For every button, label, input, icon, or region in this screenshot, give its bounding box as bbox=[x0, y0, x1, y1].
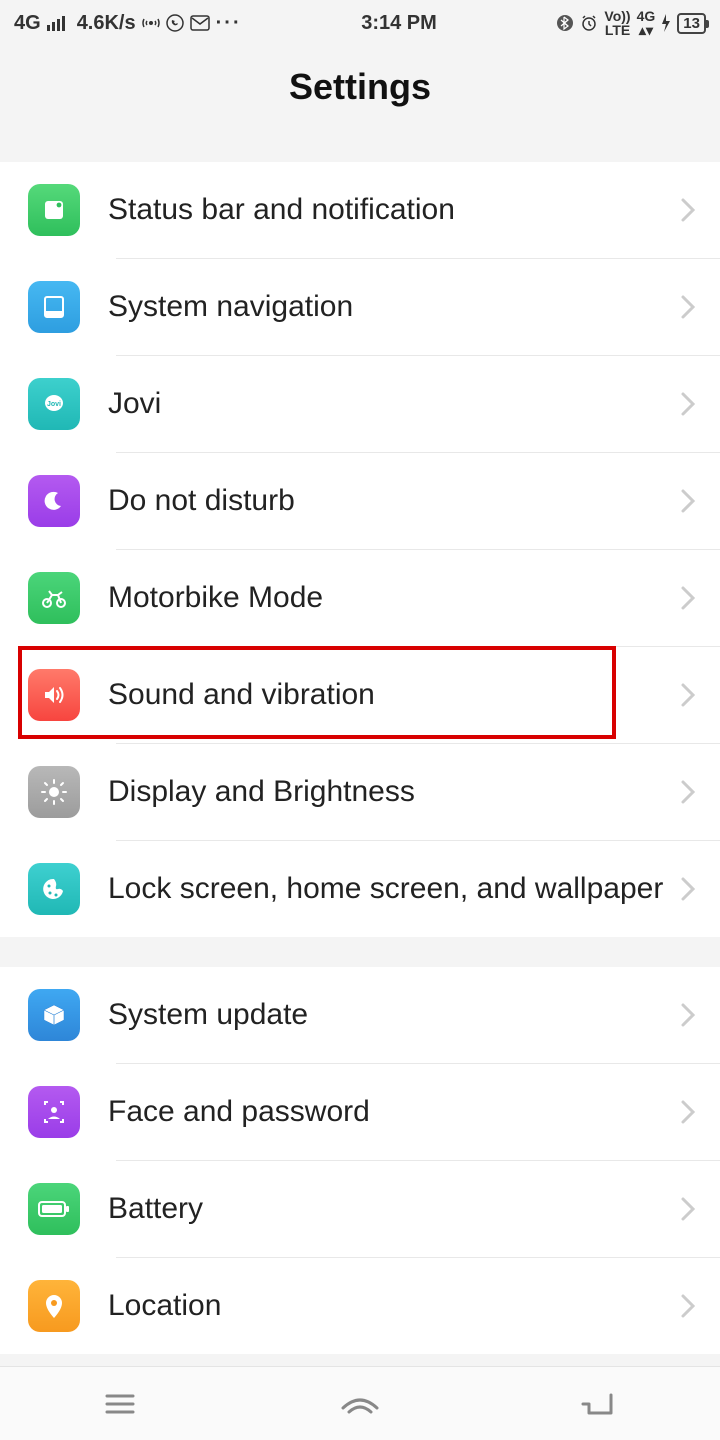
chevron-right-icon bbox=[680, 197, 696, 223]
item-display-brightness[interactable]: Display and Brightness bbox=[28, 744, 720, 840]
charging-icon bbox=[661, 14, 671, 32]
face-icon bbox=[28, 1086, 80, 1138]
item-face-password[interactable]: Face and password bbox=[28, 1064, 720, 1160]
cube-icon bbox=[28, 989, 80, 1041]
chevron-right-icon bbox=[680, 585, 696, 611]
speed-label: 4.6K/s bbox=[77, 12, 136, 35]
item-label: Battery bbox=[108, 1190, 668, 1228]
pin-icon bbox=[28, 1280, 80, 1332]
status-bar: 4G 4.6K/s ··· 3:14 PM Vo))LTE 4G▴▾ 13 bbox=[0, 0, 720, 46]
nav-back-button[interactable] bbox=[570, 1384, 630, 1424]
item-sound-vibration[interactable]: Sound and vibration bbox=[28, 647, 720, 743]
status-right: Vo))LTE 4G▴▾ 13 bbox=[556, 9, 706, 37]
chevron-right-icon bbox=[680, 1002, 696, 1028]
net2-label: 4G▴▾ bbox=[637, 9, 656, 37]
page-header: Settings bbox=[0, 46, 720, 132]
nav-bar bbox=[0, 1366, 720, 1440]
item-jovi[interactable]: Jovi Jovi bbox=[28, 356, 720, 452]
status-left: 4G 4.6K/s ··· bbox=[14, 12, 242, 35]
svg-text:Jovi: Jovi bbox=[47, 401, 61, 408]
item-label: Display and Brightness bbox=[108, 773, 668, 811]
item-lock-home-wallpaper[interactable]: Lock screen, home screen, and wallpaper bbox=[28, 841, 720, 937]
motorbike-icon bbox=[28, 572, 80, 624]
item-label: Jovi bbox=[108, 385, 668, 423]
bluetooth-icon bbox=[556, 14, 574, 32]
nav-home-button[interactable] bbox=[330, 1384, 390, 1424]
page-title: Settings bbox=[0, 66, 720, 108]
more-icon: ··· bbox=[216, 12, 242, 35]
mail-icon bbox=[190, 15, 210, 31]
alarm-icon bbox=[580, 14, 598, 32]
moon-icon bbox=[28, 475, 80, 527]
group-gap bbox=[0, 132, 720, 162]
battery-icon bbox=[28, 1183, 80, 1235]
item-status-bar-notification[interactable]: Status bar and notification bbox=[28, 162, 720, 258]
item-label: System update bbox=[108, 996, 668, 1034]
chevron-right-icon bbox=[680, 876, 696, 902]
settings-group-1: Status bar and notification System navig… bbox=[0, 162, 720, 937]
hotspot-icon bbox=[142, 15, 160, 31]
chevron-right-icon bbox=[680, 391, 696, 417]
item-label: Sound and vibration bbox=[108, 676, 668, 714]
item-label: Do not disturb bbox=[108, 482, 668, 520]
item-location[interactable]: Location bbox=[28, 1258, 720, 1354]
battery-indicator: 13 bbox=[677, 13, 706, 34]
whatsapp-icon bbox=[166, 14, 184, 32]
chevron-right-icon bbox=[680, 1293, 696, 1319]
square-icon bbox=[28, 184, 80, 236]
volte-label: Vo))LTE bbox=[604, 9, 630, 37]
network-label: 4G bbox=[14, 12, 41, 35]
chevron-right-icon bbox=[680, 682, 696, 708]
item-label: System navigation bbox=[108, 288, 668, 326]
chevron-right-icon bbox=[680, 294, 696, 320]
item-motorbike-mode[interactable]: Motorbike Mode bbox=[28, 550, 720, 646]
chevron-right-icon bbox=[680, 1196, 696, 1222]
clock: 3:14 PM bbox=[361, 12, 437, 35]
speaker-icon bbox=[28, 669, 80, 721]
item-label: Lock screen, home screen, and wallpaper bbox=[108, 870, 668, 908]
chevron-right-icon bbox=[680, 779, 696, 805]
jovi-icon: Jovi bbox=[28, 378, 80, 430]
brightness-icon bbox=[28, 766, 80, 818]
item-label: Status bar and notification bbox=[108, 191, 668, 229]
group-gap bbox=[0, 937, 720, 967]
chevron-right-icon bbox=[680, 488, 696, 514]
item-label: Face and password bbox=[108, 1093, 668, 1131]
item-system-navigation[interactable]: System navigation bbox=[28, 259, 720, 355]
item-system-update[interactable]: System update bbox=[28, 967, 720, 1063]
nav-recents-button[interactable] bbox=[90, 1384, 150, 1424]
signal-icon bbox=[47, 15, 67, 31]
item-battery[interactable]: Battery bbox=[28, 1161, 720, 1257]
settings-group-2: System update Face and password Battery … bbox=[0, 967, 720, 1354]
palette-icon bbox=[28, 863, 80, 915]
item-label: Motorbike Mode bbox=[108, 579, 668, 617]
item-do-not-disturb[interactable]: Do not disturb bbox=[28, 453, 720, 549]
nav-icon bbox=[28, 281, 80, 333]
item-label: Location bbox=[108, 1287, 668, 1325]
chevron-right-icon bbox=[680, 1099, 696, 1125]
